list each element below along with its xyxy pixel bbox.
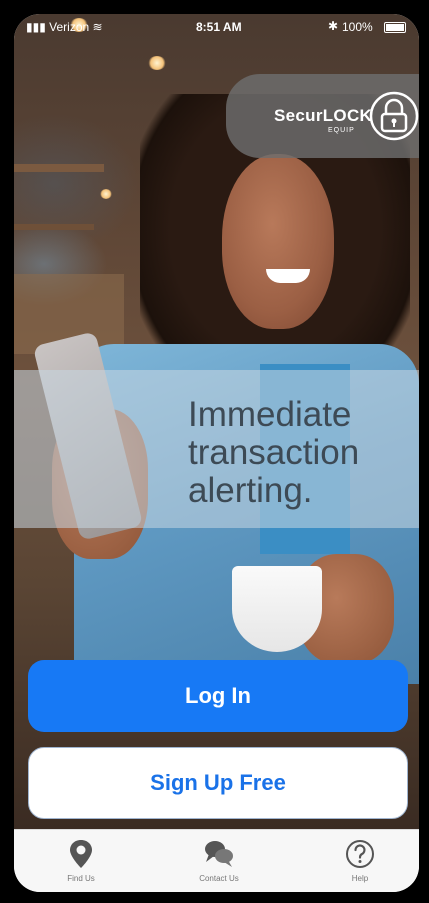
question-mark-icon (346, 840, 374, 868)
banner-line-2: transaction (188, 433, 360, 472)
login-button[interactable]: Log In (28, 660, 408, 732)
tab-find-us[interactable]: Find Us (36, 838, 126, 883)
signal-icon: ▮▮▮ (26, 20, 46, 34)
banner-headline: Immediate transaction alerting. (188, 396, 359, 510)
carrier-name: Verizon (49, 20, 90, 34)
chat-bubbles-icon (205, 841, 233, 867)
app-screen: ▮▮▮ Verizon ≋ 8:51 AM ✱ 100% SecurLOCK E… (14, 14, 419, 892)
tab-help[interactable]: Help (315, 838, 405, 883)
tab-contact-us[interactable]: Contact Us (174, 838, 264, 883)
marketing-banner: Immediate transaction alerting. (14, 370, 419, 528)
brand-name: SecurLOCK (274, 106, 373, 125)
battery-icon (384, 22, 406, 33)
status-time: 8:51 AM (196, 20, 242, 34)
brand-logo-badge: SecurLOCK EQUIP (226, 74, 419, 158)
signup-button[interactable]: Sign Up Free (28, 747, 408, 819)
wifi-icon: ≋ (92, 20, 103, 34)
lock-icon (369, 91, 419, 141)
bluetooth-icon: ✱ (328, 19, 339, 33)
tab-find-us-label: Find Us (67, 874, 95, 883)
tab-contact-us-label: Contact Us (199, 874, 239, 883)
carrier-label: ▮▮▮ Verizon ≋ (26, 20, 103, 34)
banner-line-3: alerting. (188, 471, 313, 510)
status-bar: ▮▮▮ Verizon ≋ 8:51 AM ✱ 100% (14, 14, 419, 40)
tab-help-label: Help (351, 874, 369, 883)
brand-subtitle: EQUIP (328, 127, 355, 134)
banner-line-1: Immediate (188, 395, 352, 434)
bottom-tab-bar: Find Us Contact Us Help (14, 829, 419, 892)
location-pin-icon (70, 840, 92, 868)
battery-percent: 100% (342, 20, 373, 34)
